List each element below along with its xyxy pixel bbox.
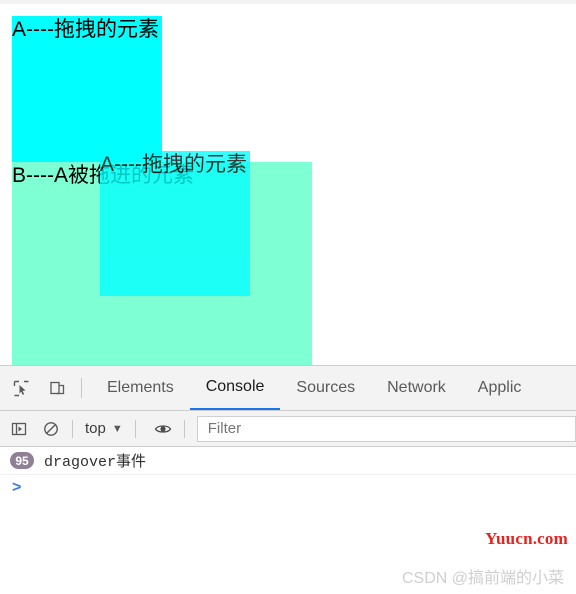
console-filter-placeholder: Filter	[207, 420, 242, 437]
execution-context-label: top	[85, 420, 106, 437]
chevron-down-icon: ▼	[111, 422, 123, 435]
device-toolbar-icon[interactable]	[42, 374, 72, 402]
toolbar-divider-2	[134, 419, 136, 438]
drag-ghost-image: A----拖拽的元素	[100, 151, 250, 296]
inspect-element-icon[interactable]	[6, 374, 36, 402]
console-prompt-caret-icon: >	[12, 479, 22, 496]
tabbar-divider	[81, 378, 82, 398]
console-repeat-count-badge: 95	[10, 452, 34, 469]
tab-elements[interactable]: Elements	[91, 366, 190, 410]
watermark-yuucn: Yuucn.com	[485, 529, 568, 548]
tab-network[interactable]: Network	[371, 366, 462, 410]
console-message-row[interactable]: 95 dragover事件	[0, 447, 576, 475]
tab-console[interactable]: Console	[189, 366, 281, 410]
toolbar-divider-3	[183, 419, 185, 438]
live-expression-eye-icon[interactable]	[150, 416, 176, 442]
browser-page-viewport: A----拖拽的元素 B----A被拖进的元素 A----拖拽的元素	[0, 0, 576, 365]
viewport-top-edge	[0, 0, 576, 4]
draggable-element-a-label: A----拖拽的元素	[12, 18, 159, 41]
drag-ghost-label: A----拖拽的元素	[100, 153, 247, 176]
tab-elements-label: Elements	[107, 379, 174, 396]
execution-context-selector[interactable]: top ▼	[81, 420, 127, 437]
clear-console-icon[interactable]	[38, 416, 64, 442]
tab-network-label: Network	[387, 379, 446, 396]
console-sidebar-icon[interactable]	[6, 416, 32, 442]
devtools-tabbar: Elements Console Sources Network Applic	[0, 366, 576, 411]
draggable-element-a[interactable]: A----拖拽的元素	[12, 16, 162, 162]
tab-application-label: Applic	[477, 379, 522, 396]
devtools-panel: Elements Console Sources Network Applic	[0, 365, 576, 594]
console-toolbar: top ▼ Filter	[0, 411, 576, 447]
console-message-text: dragover事件	[44, 454, 147, 471]
toolbar-divider-1	[72, 419, 73, 438]
tab-application[interactable]: Applic	[462, 366, 538, 410]
tab-sources-label: Sources	[296, 379, 356, 396]
tab-console-label: Console	[205, 378, 265, 395]
console-prompt-row[interactable]: >	[0, 475, 576, 501]
tab-sources[interactable]: Sources	[280, 366, 371, 410]
watermark-csdn: CSDN @搞前端的小菜	[401, 570, 564, 587]
console-filter-input[interactable]: Filter	[196, 415, 576, 442]
